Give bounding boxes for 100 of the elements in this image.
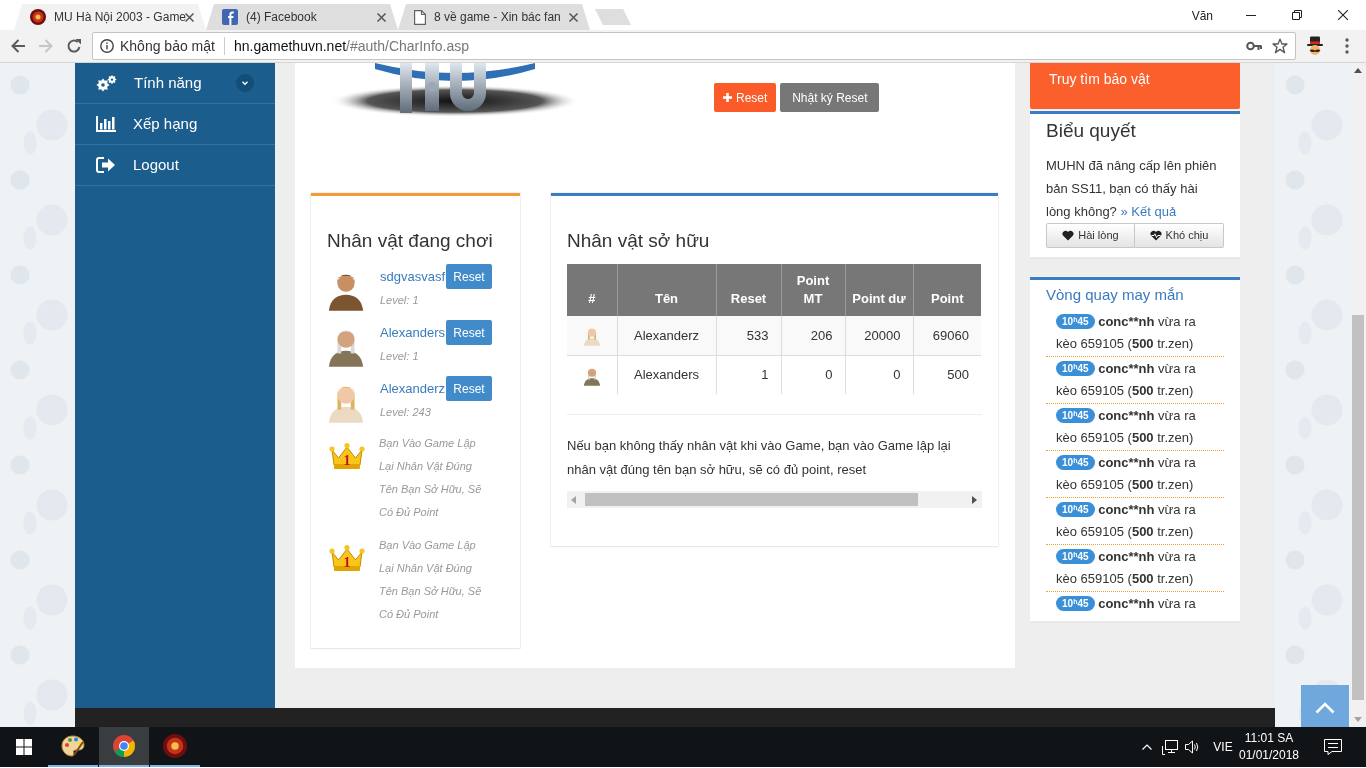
table-cell: 533	[716, 316, 781, 355]
card-title: Biểu quyết	[1046, 120, 1137, 142]
plus-icon	[723, 93, 732, 102]
reload-icon[interactable]	[66, 38, 82, 54]
reset-log-button[interactable]: Nhật ký Reset	[780, 83, 880, 112]
time-badge: 10$^{h}$45	[1056, 455, 1095, 470]
document-icon	[414, 9, 426, 25]
address-bar[interactable]: Không bảo mật hn.gamethuvn.net/#auth/CharInfo.asp	[92, 32, 1296, 60]
notice-text: Bạn Vào Game Lập Lại Nhân Vật Đúng Tên Bạn Sở Hữu, Sẽ Có Đủ Point	[379, 436, 483, 520]
activity-text: conc**nh vừa ra	[1098, 408, 1196, 423]
scrollbar-thumb[interactable]	[585, 493, 918, 506]
activity-text: conc**nh vừa ra	[1098, 549, 1196, 564]
sidebar-item[interactable]: Tính năng	[75, 63, 275, 104]
windows-start-icon[interactable]	[16, 739, 32, 755]
scrollbar-thumb[interactable]	[1352, 315, 1364, 700]
card-title: Nhân vật đang chơi	[327, 230, 494, 252]
activity-detail: kèo 659105 (500 tr.zen)	[1056, 523, 1195, 541]
chevron-up-icon	[1315, 702, 1335, 714]
browser-tab[interactable]: 8 về game - Xin bác fan	[398, 4, 590, 30]
reset-button[interactable]: Reset	[446, 376, 493, 401]
key-icon[interactable]	[1246, 41, 1262, 51]
character-link[interactable]: Alexanders	[380, 322, 446, 343]
table-cell: 1	[716, 355, 781, 394]
activity-text: conc**nh vừa ra	[1098, 596, 1196, 611]
url-text[interactable]: hn.gamethuvn.net/#auth/CharInfo.asp	[233, 35, 470, 57]
character-level: Level: 1	[380, 293, 420, 308]
security-label[interactable]: Không bảo mật	[120, 35, 215, 57]
character-link[interactable]: Alexanderz	[380, 378, 446, 399]
table-cell: Alexanderz	[617, 316, 716, 355]
vote-button[interactable]: Khó chịu	[1135, 223, 1224, 248]
results-link[interactable]: » Kết quả	[1120, 204, 1177, 219]
notice-text: Bạn Vào Game Lập Lại Nhân Vật Đúng Tên Bạn Sở Hữu, Sẽ Có Đủ Point	[379, 538, 483, 622]
time-badge: 10$^{h}$45	[1056, 361, 1095, 376]
profile-button[interactable]: Văn	[1191, 0, 1213, 25]
activity-detail: kèo 659105 (500 tr.zen)	[1056, 335, 1195, 353]
card-title[interactable]: Vòng quay may mắn	[1046, 285, 1224, 305]
time-badge: 10$^{h}$45	[1056, 314, 1095, 329]
clock-date[interactable]: 01/01/2018	[1238, 747, 1300, 764]
column-header: Reset	[716, 264, 781, 316]
card-title: Nhân vật sở hữu	[567, 230, 711, 252]
column-header: #	[567, 264, 617, 316]
table-cell: 0	[845, 355, 913, 394]
scroll-up-icon[interactable]	[1354, 68, 1362, 73]
site-logo-icon	[222, 9, 238, 25]
browser-icon	[112, 734, 136, 758]
activity-text: conc**nh vừa ra	[1098, 502, 1196, 517]
table-cell: 0	[781, 355, 845, 394]
hat-icon[interactable]	[1306, 36, 1324, 56]
table-cell: 206	[781, 316, 845, 355]
table-cell: 69060	[913, 316, 981, 355]
activity-text: conc**nh vừa ra	[1098, 314, 1196, 329]
browser-tab[interactable]: (4) Facebook	[206, 4, 398, 30]
sidebar-item[interactable]: Xếp hạng	[75, 104, 275, 145]
info-icon[interactable]	[100, 39, 114, 53]
activity-detail: kèo 659105 (500 tr.zen)	[1056, 382, 1195, 400]
close-icon[interactable]	[185, 12, 194, 22]
network-icon[interactable]	[1162, 739, 1178, 755]
character-level: Level: 243	[380, 405, 432, 420]
column-header: Point dư	[845, 264, 913, 316]
menu-icon[interactable]	[1345, 38, 1349, 54]
activity-text: conc**nh vừa ra	[1098, 361, 1196, 376]
time-badge: 10$^{h}$45	[1056, 408, 1095, 423]
table-cell: 20000	[845, 316, 913, 355]
column-header: Point	[913, 264, 981, 316]
table-cell: 500	[913, 355, 981, 394]
chevron-down-icon[interactable]	[236, 74, 254, 92]
clock-time[interactable]: 11:01 SA	[1244, 730, 1294, 747]
logout-icon	[96, 157, 116, 173]
heartbeat-icon	[1149, 230, 1162, 241]
chevron-up-icon[interactable]	[1142, 744, 1152, 750]
scrollbar-track[interactable]	[567, 491, 982, 508]
game-logo-icon	[163, 734, 187, 758]
time-badge: 10$^{h}$45	[1056, 502, 1095, 517]
activity-detail: kèo 659105 (500 tr.zen)	[1056, 570, 1195, 588]
restore-icon[interactable]	[1292, 10, 1302, 20]
palette-icon	[61, 734, 85, 758]
activity-detail: kèo 659105 (500 tr.zen)	[1056, 429, 1195, 447]
back-icon[interactable]	[10, 38, 26, 54]
table-cell: Alexanders	[617, 355, 716, 394]
scroll-right-icon[interactable]	[972, 495, 977, 504]
reset-button[interactable]: Reset	[446, 264, 493, 289]
activity-text: conc**nh vừa ra	[1098, 455, 1196, 470]
character-link[interactable]: sdgvasvasf	[380, 266, 446, 287]
scrollbar-track[interactable]	[1350, 63, 1366, 727]
column-header: Point MT	[781, 264, 845, 316]
minimize-icon[interactable]	[1246, 14, 1256, 16]
bar-chart-icon	[96, 116, 116, 132]
activity-detail: kèo 659105 (500 tr.zen)	[1056, 476, 1195, 494]
time-badge: 10$^{h}$45	[1056, 596, 1095, 611]
close-icon[interactable]	[1338, 10, 1348, 20]
notification-icon[interactable]	[1324, 739, 1342, 755]
browser-tab[interactable]: MU Hà Nội 2003 - Game	[14, 4, 206, 30]
taskbar-app[interactable]	[99, 727, 149, 767]
vote-button[interactable]: Hài lòng	[1046, 223, 1135, 248]
volume-icon[interactable]	[1184, 740, 1200, 754]
time-badge: 10$^{h}$45	[1056, 549, 1095, 564]
bookmark-star-icon[interactable]	[1272, 38, 1288, 54]
reset-button[interactable]: Reset	[446, 320, 493, 345]
character-level: Level: 1	[380, 349, 420, 364]
note-text: Nếu bạn không thấy nhân vật khi vào Game, bạn vào Game lập lại nhân vật đúng tên bạn sở hữu, sẽ có đủ point, reset	[567, 437, 952, 479]
